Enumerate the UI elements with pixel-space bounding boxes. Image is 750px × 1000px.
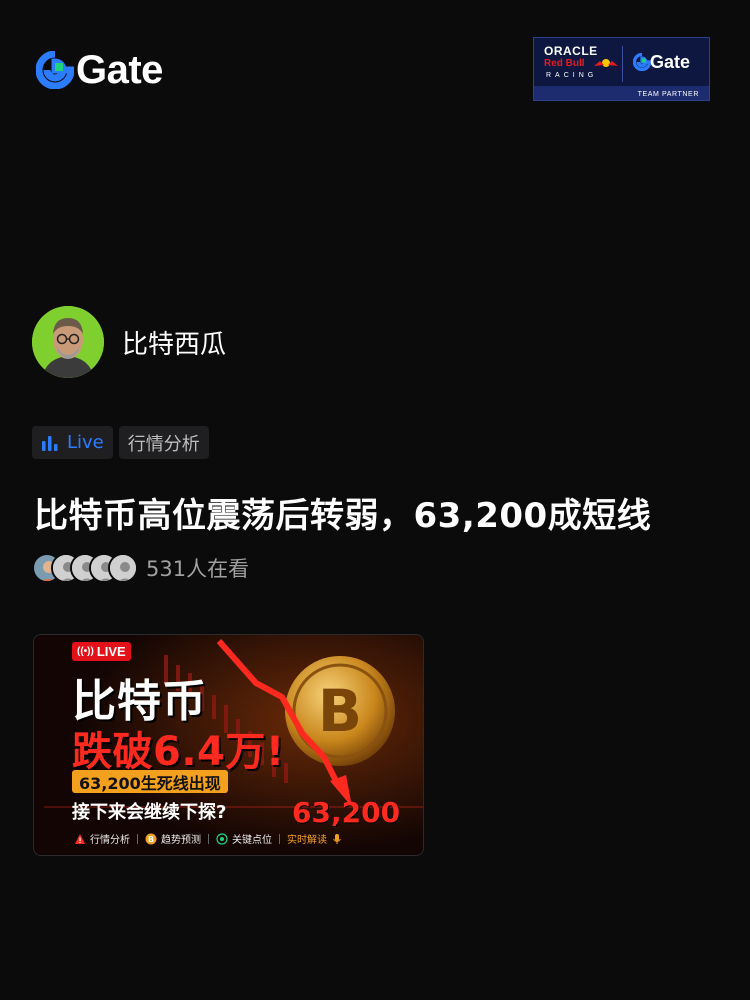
thumbnail-footer: 行情分析 B 趋势预测 关键点位 实时解读 <box>74 831 343 846</box>
live-badge-label: LIVE <box>96 644 126 659</box>
partner-divider <box>622 46 623 82</box>
footer-item: 实时解读 <box>287 831 343 846</box>
thumbnail-subheadline: 跌破6.4万! <box>72 729 285 775</box>
brand-name: Gate <box>76 48 163 92</box>
red-bull-icon <box>594 59 618 67</box>
tag-live-label: Live <box>67 432 104 453</box>
viewer-avatar <box>108 553 138 583</box>
author-name[interactable]: 比特西瓜 <box>122 324 226 361</box>
oracle-text: ORACLE <box>544 44 598 58</box>
viewers-row: 531人在看 <box>32 553 249 583</box>
svg-text:B: B <box>318 677 362 745</box>
partner-badge: ORACLE Red Bull RACING Gate TEAM PARTNER <box>533 37 710 101</box>
avatar[interactable] <box>32 306 104 378</box>
author-row[interactable]: 比特西瓜 <box>32 306 226 378</box>
footer-separator <box>137 833 138 844</box>
viewer-count: 531人在看 <box>146 557 250 581</box>
footer-separator <box>208 833 209 844</box>
avatar-portrait-icon <box>32 306 104 378</box>
live-badge: ((•)) LIVE <box>72 642 131 661</box>
footer-label: 行情分析 <box>90 835 130 846</box>
post-title[interactable]: 比特币高位震荡后转弱，63,200成短线 <box>34 488 651 537</box>
tag-category-label: 行情分析 <box>127 433 200 455</box>
live-thumbnail[interactable]: B ((•)) LIVE 比特币 跌破6.4万! 63,200生死线出现 接下来… <box>33 634 424 856</box>
racing-text: RACING <box>546 72 598 79</box>
thumbnail-band: 63,200生死线出现 <box>72 770 228 793</box>
gate-partner-icon <box>633 53 651 71</box>
footer-label: 关键点位 <box>232 835 272 846</box>
warning-icon <box>75 833 85 844</box>
footer-item: B 趋势预测 <box>145 831 201 846</box>
footer-label: 趋势预测 <box>161 835 201 846</box>
footer-item: 关键点位 <box>216 831 272 846</box>
footer-label: 实时解读 <box>287 835 327 846</box>
svg-text:B: B <box>148 835 154 844</box>
target-icon <box>216 832 228 845</box>
thumbnail-question: 接下来会继续下探? <box>72 802 227 823</box>
viewer-avatars <box>32 553 138 583</box>
gate-logo-icon <box>36 51 74 89</box>
tag-row: Live 行情分析 <box>32 426 209 459</box>
microphone-icon <box>333 833 341 844</box>
redbull-text: Red Bull <box>544 58 585 69</box>
partner-gate-text: Gate <box>650 52 691 72</box>
tag-live[interactable]: Live <box>32 426 113 459</box>
tag-category[interactable]: 行情分析 <box>118 426 209 459</box>
footer-separator <box>279 833 280 844</box>
team-partner-text: TEAM PARTNER <box>637 91 699 98</box>
gate-logo[interactable]: Gate <box>36 50 163 90</box>
bar-chart-icon <box>42 435 58 451</box>
footer-item: 行情分析 <box>74 831 130 846</box>
bitcoin-icon: B <box>145 833 157 844</box>
broadcast-icon: ((•)) <box>77 646 94 657</box>
thumbnail-price: 63,200 <box>292 796 401 829</box>
